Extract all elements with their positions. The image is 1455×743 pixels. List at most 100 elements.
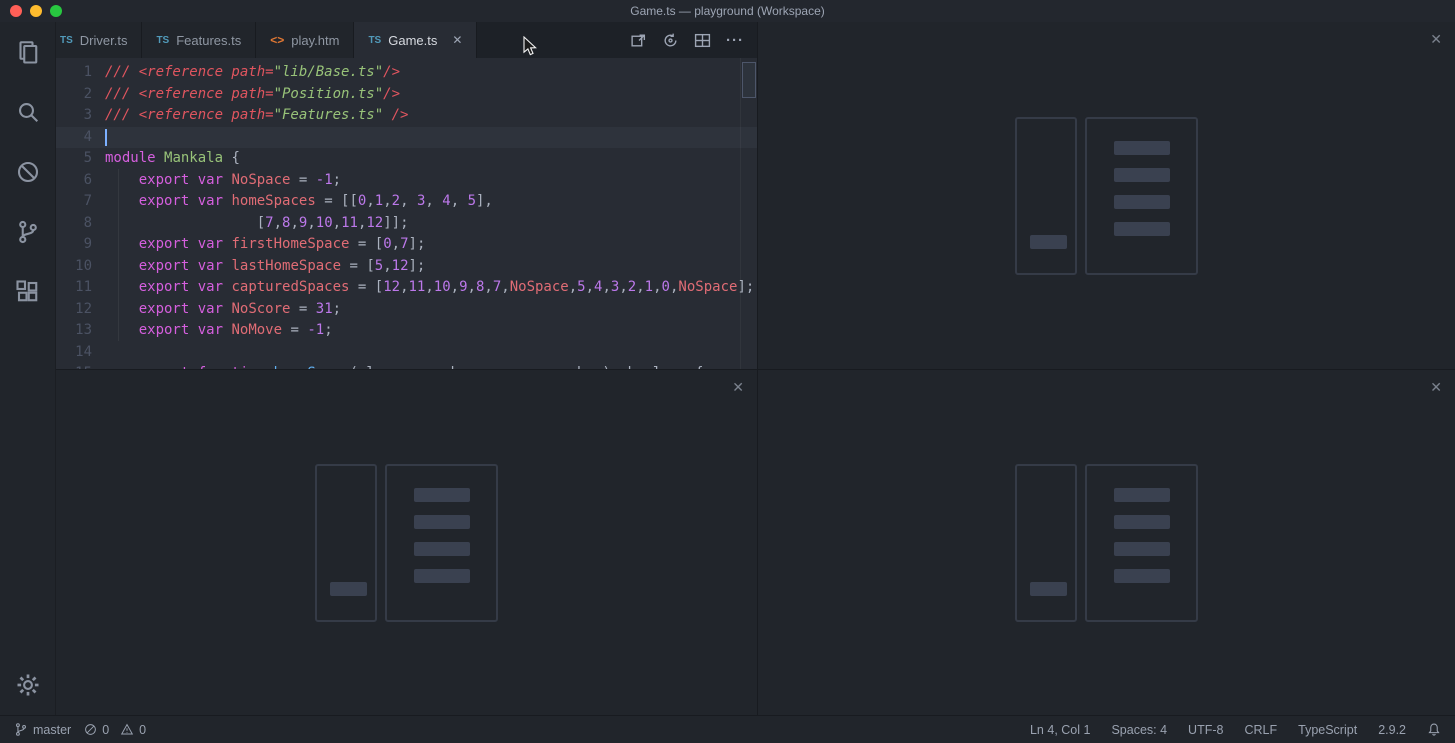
debug-icon[interactable] — [0, 142, 56, 202]
close-group-icon[interactable]: ✕ — [1430, 380, 1442, 394]
git-branch-icon — [14, 722, 28, 737]
line-number: 15 — [56, 363, 105, 369]
line-number: 9 — [56, 234, 105, 256]
editor-group-top-left: TS Driver.ts TSFeatures.ts <> play.htm TSGame… — [56, 22, 758, 369]
window-title: Game.ts — playground (Workspace) — [630, 4, 825, 18]
line-content: [7,8,9,10,11,12]]; — [105, 213, 409, 235]
code-line-13[interactable]: 13 export var NoMove = -1; — [56, 320, 757, 342]
git-branch-status[interactable]: master — [14, 722, 71, 737]
code-lines: 1/// <reference path="lib/Base.ts"/>2///… — [56, 62, 757, 369]
line-number: 4 — [56, 127, 105, 149]
tab-bar: TS Driver.ts TSFeatures.ts <> play.htm TSGame… — [56, 22, 757, 58]
editor-actions: ··· — [617, 22, 757, 58]
traffic-lights — [10, 5, 62, 17]
empty-group-watermark — [315, 464, 498, 622]
code-line-10[interactable]: 10 export var lastHomeSpace = [5,12]; — [56, 256, 757, 278]
line-content: export var capturedSpaces = [12,11,10,9,… — [105, 277, 754, 299]
code-line-7[interactable]: 7 export var homeSpaces = [[0,1,2, 3, 4,… — [56, 191, 757, 213]
explorer-icon[interactable] — [0, 22, 56, 82]
code-line-11[interactable]: 11 export var capturedSpaces = [12,11,10… — [56, 277, 757, 299]
sync-icon[interactable] — [662, 32, 679, 49]
line-content: export var homeSpaces = [[0,1,2, 3, 4, 5… — [105, 191, 493, 213]
code-line-2[interactable]: 2/// <reference path="Position.ts"/> — [56, 84, 757, 106]
code-line-12[interactable]: 12 export var NoScore = 31; — [56, 299, 757, 321]
tabs: TS Driver.ts TSFeatures.ts <> play.htm TSGame… — [56, 22, 477, 58]
source-control-icon[interactable] — [0, 202, 56, 262]
code-line-8[interactable]: 8 [7,8,9,10,11,12]]; — [56, 213, 757, 235]
indentation-status[interactable]: Spaces: 4 — [1111, 723, 1167, 737]
code-line-3[interactable]: 3/// <reference path="Features.ts" /> — [56, 105, 757, 127]
line-number: 13 — [56, 320, 105, 342]
title-bar[interactable]: Game.ts — playground (Workspace) — [0, 0, 1455, 22]
notifications-bell-icon[interactable] — [1427, 722, 1441, 737]
code-line-9[interactable]: 9 export var firstHomeSpace = [0,7]; — [56, 234, 757, 256]
code-line-6[interactable]: 6 export var NoSpace = -1; — [56, 170, 757, 192]
editor-group-top-right[interactable]: ✕ — [758, 22, 1455, 369]
activity-bar — [0, 22, 56, 715]
close-group-icon[interactable]: ✕ — [732, 380, 744, 394]
tab-label: play.htm — [291, 33, 339, 48]
encoding-status[interactable]: UTF-8 — [1188, 723, 1223, 737]
line-content: module Mankala { — [105, 148, 240, 170]
html-file-icon: <> — [270, 33, 284, 47]
line-number: 1 — [56, 62, 105, 84]
scrollbar-thumb[interactable] — [742, 62, 756, 98]
editor-group-bottom-right[interactable]: ✕ — [758, 370, 1455, 715]
editor-area: TS Driver.ts TSFeatures.ts <> play.htm TSGame… — [56, 22, 1455, 715]
line-number: 12 — [56, 299, 105, 321]
typescript-file-icon: TS — [60, 35, 73, 46]
tab-Game.ts[interactable]: TSGame.ts✕ — [354, 22, 477, 58]
code-line-4[interactable]: 4 — [56, 127, 757, 149]
line-content: export var NoScore = 31; — [105, 299, 341, 321]
open-to-side-icon[interactable] — [630, 32, 647, 49]
typescript-version-status[interactable]: 2.9.2 — [1378, 723, 1406, 737]
errors-icon — [84, 723, 97, 736]
text-cursor — [105, 129, 107, 146]
error-count: 0 — [102, 723, 109, 737]
cursor-position-status[interactable]: Ln 4, Col 1 — [1030, 723, 1090, 737]
line-number: 7 — [56, 191, 105, 213]
vscode-window: Game.ts — playground (Workspace) — [0, 0, 1455, 743]
code-line-5[interactable]: 5module Mankala { — [56, 148, 757, 170]
warnings-icon — [120, 723, 134, 736]
code-editor[interactable]: 1/// <reference path="lib/Base.ts"/>2///… — [56, 58, 757, 369]
scrollbar-gutter — [740, 58, 741, 369]
tab-close-icon[interactable]: ✕ — [452, 33, 462, 47]
line-number: 3 — [56, 105, 105, 127]
settings-gear-icon[interactable] — [0, 655, 56, 715]
tab-label: Driver.ts — [80, 33, 128, 48]
line-content: export var lastHomeSpace = [5,12]; — [105, 256, 425, 278]
problems-status[interactable]: 0 0 — [84, 723, 146, 737]
line-content: export var NoSpace = -1; — [105, 170, 341, 192]
line-content: export var firstHomeSpace = [0,7]; — [105, 234, 425, 256]
macos-minimize-button[interactable] — [30, 5, 42, 17]
line-content: /// <reference path="lib/Base.ts"/> — [105, 62, 400, 84]
editor-group-bottom-left[interactable]: ✕ — [56, 370, 758, 715]
typescript-file-icon: TS — [156, 35, 169, 46]
indent-guide — [118, 169, 119, 341]
macos-zoom-button[interactable] — [50, 5, 62, 17]
grid-layout-icon[interactable] — [694, 32, 711, 49]
line-content: /// <reference path="Features.ts" /> — [105, 105, 408, 127]
empty-group-watermark — [1015, 117, 1198, 275]
status-bar: master 0 0 Ln 4, Col 1 Spaces: 4 UTF-8 C… — [0, 715, 1455, 743]
tab-play.htm[interactable]: <> play.htm — [256, 22, 354, 58]
empty-group-watermark — [1015, 464, 1198, 622]
line-number: 11 — [56, 277, 105, 299]
code-line-15[interactable]: 15 export function homeSpace(player: num… — [56, 363, 757, 369]
line-number: 2 — [56, 84, 105, 106]
warning-count: 0 — [139, 723, 146, 737]
tab-Features.ts[interactable]: TSFeatures.ts — [142, 22, 256, 58]
code-line-14[interactable]: 14 — [56, 342, 757, 364]
macos-close-button[interactable] — [10, 5, 22, 17]
tab-Driver.ts[interactable]: TS Driver.ts — [56, 22, 142, 58]
eol-status[interactable]: CRLF — [1244, 723, 1277, 737]
more-actions-icon[interactable]: ··· — [726, 33, 744, 48]
line-content: export var NoMove = -1; — [105, 320, 333, 342]
extensions-icon[interactable] — [0, 262, 56, 322]
line-number: 5 — [56, 148, 105, 170]
language-mode-status[interactable]: TypeScript — [1298, 723, 1357, 737]
close-group-icon[interactable]: ✕ — [1430, 32, 1442, 46]
code-line-1[interactable]: 1/// <reference path="lib/Base.ts"/> — [56, 62, 757, 84]
search-icon[interactable] — [0, 82, 56, 142]
